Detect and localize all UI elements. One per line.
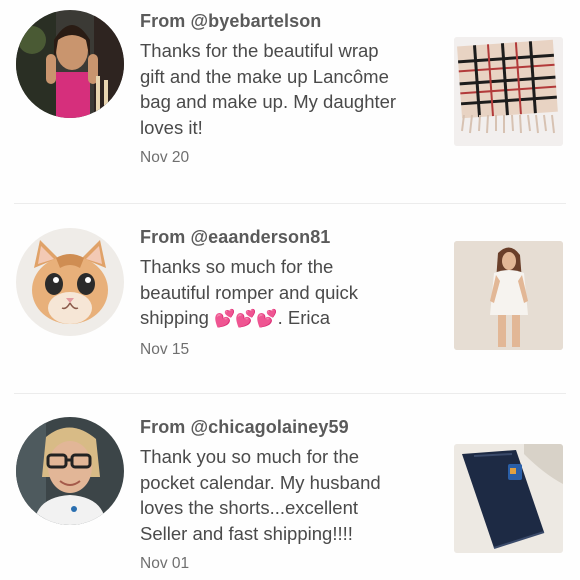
user-avatar[interactable] [16, 10, 124, 118]
note-content: From @eaanderson81 Thanks so much for th… [140, 225, 440, 359]
note-message: Thanks for the beautiful wrap gift and t… [140, 40, 397, 138]
message-line: shipping [140, 307, 215, 328]
list-item[interactable]: From @eaanderson81 Thanks so much for th… [0, 204, 580, 394]
message-line: beautiful romper and quick [140, 281, 359, 303]
note-content: From @chicagolainey59 Thank you so much … [140, 415, 440, 573]
note-content: From @byebartelson Thanks for the beauti… [140, 9, 440, 167]
sender-handle[interactable]: From @eaanderson81 [140, 225, 440, 249]
note-date: Nov 01 [140, 555, 190, 572]
note-message: Thank you so much for the pocket calenda… [140, 446, 381, 544]
list-item[interactable]: From @byebartelson Thanks for the beauti… [0, 0, 580, 204]
note-date: Nov 20 [140, 149, 190, 166]
love-notes-feed: From @byebartelson Thanks for the beauti… [0, 0, 580, 580]
sender-handle[interactable]: From @byebartelson [140, 9, 440, 33]
listing-thumbnail[interactable] [454, 241, 563, 350]
listing-thumbnail[interactable] [454, 37, 563, 146]
message-line: . Erica [277, 307, 331, 328]
note-message: Thanks so much for the beautiful romper … [140, 254, 440, 332]
user-avatar[interactable] [16, 228, 124, 336]
hearts-emoji-icon: 💕💕💕 [214, 309, 278, 328]
message-line: Thanks so much for the [140, 256, 334, 277]
note-date: Nov 15 [140, 340, 190, 358]
listing-thumbnail[interactable] [454, 444, 563, 553]
user-avatar[interactable] [16, 417, 124, 525]
list-item[interactable]: From @chicagolainey59 Thank you so much … [0, 394, 580, 580]
sender-handle[interactable]: From @chicagolainey59 [140, 415, 440, 439]
